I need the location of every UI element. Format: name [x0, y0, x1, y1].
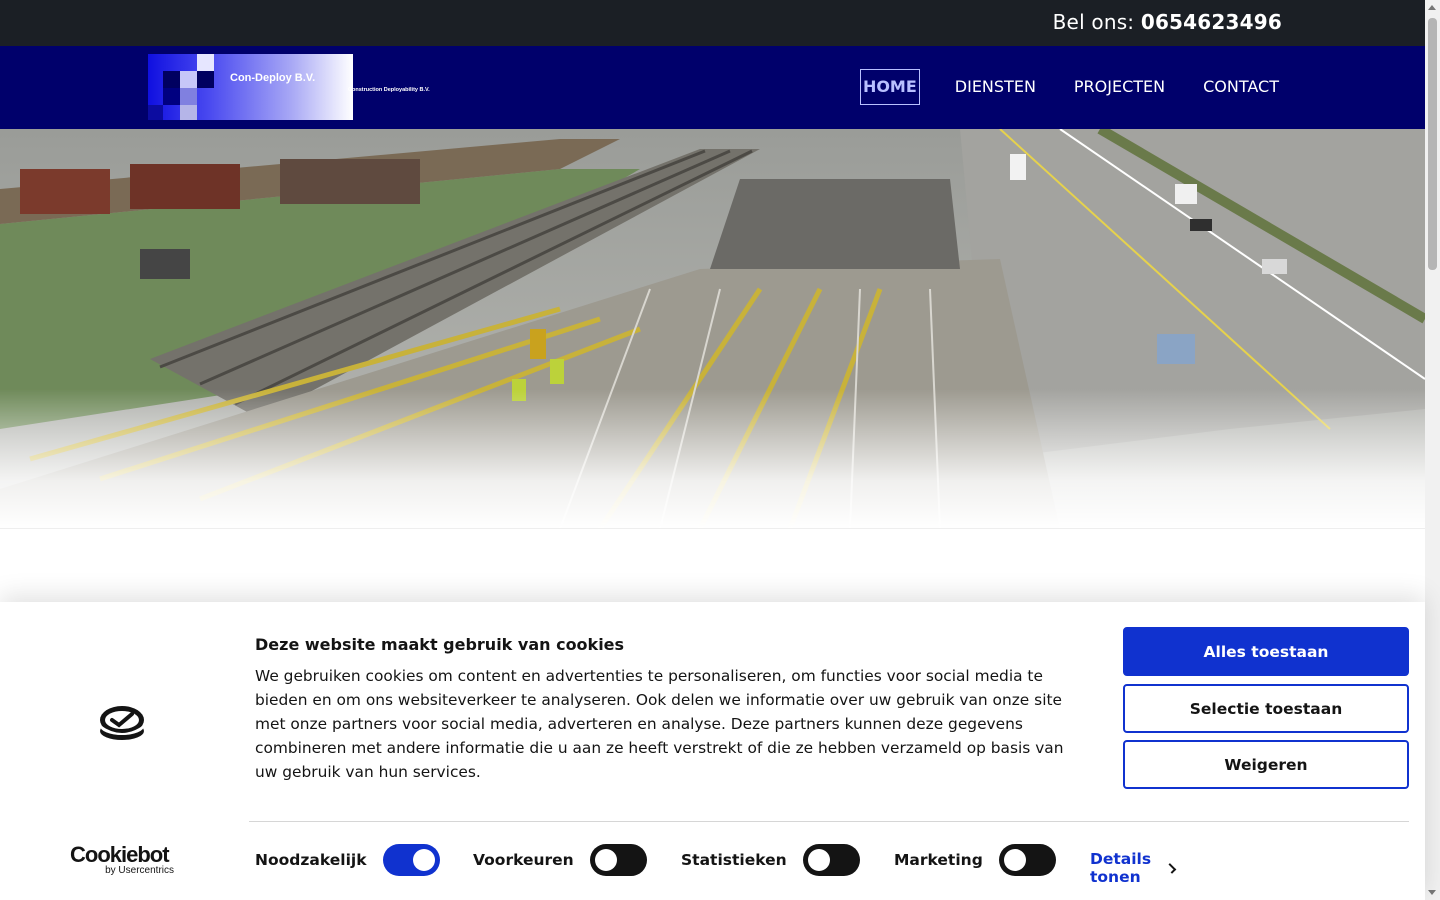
- statistics-toggle[interactable]: [802, 844, 860, 876]
- cookie-consent-banner: Cookiebot by Usercentrics Deze website m…: [0, 602, 1425, 900]
- page-scrollbar[interactable]: [1425, 0, 1440, 900]
- logo-title: Con-Deploy B.V.: [230, 72, 316, 84]
- chevron-right-icon: [1165, 862, 1177, 874]
- toggle-label-necessary: Noodzakelijk: [255, 851, 367, 869]
- toggle-label-statistics: Statistieken: [681, 851, 787, 869]
- nav-item-home[interactable]: HOME: [859, 69, 920, 105]
- scrollbar-thumb[interactable]: [1428, 18, 1437, 270]
- cookiebot-logo-icon: [99, 706, 145, 740]
- allow-all-button[interactable]: Alles toestaan: [1123, 627, 1409, 676]
- deny-button[interactable]: Weigeren: [1123, 740, 1409, 789]
- scroll-down-arrow-icon[interactable]: [1428, 890, 1436, 895]
- necessary-toggle[interactable]: [382, 844, 440, 876]
- cookiebot-brand[interactable]: Cookiebot by Usercentrics: [70, 842, 174, 877]
- site-logo[interactable]: Con-Deploy B.V. Construction Deployabili…: [148, 54, 438, 122]
- cookie-title: Deze website maakt gebruik van cookies: [255, 635, 625, 654]
- logo-gradient: [148, 54, 353, 120]
- top-bar: Bel ons: 0654623496: [0, 0, 1425, 46]
- cookiebot-name: Cookiebot: [70, 842, 170, 867]
- nav-menu: HOME DIENSTEN PROJECTEN CONTACT: [828, 69, 1282, 105]
- toggle-label-marketing: Marketing: [894, 851, 983, 869]
- toggle-group-marketing: Marketing: [894, 844, 1056, 876]
- allow-selection-button[interactable]: Selectie toestaan: [1123, 684, 1409, 733]
- toggle-knob: [594, 849, 617, 871]
- marketing-toggle[interactable]: [998, 844, 1056, 876]
- scroll-up-arrow-icon[interactable]: [1428, 5, 1436, 10]
- toggle-knob: [1003, 849, 1026, 871]
- cookie-description: We gebruiken cookies om content en adver…: [255, 667, 1064, 781]
- main-navigation: Con-Deploy B.V. Construction Deployabili…: [0, 46, 1425, 129]
- cookie-divider: [249, 821, 1409, 822]
- toggle-label-preferences: Voorkeuren: [473, 851, 574, 869]
- nav-item-contact[interactable]: CONTACT: [1200, 69, 1282, 105]
- nav-item-diensten[interactable]: DIENSTEN: [952, 69, 1039, 105]
- nav-item-projecten[interactable]: PROJECTEN: [1071, 69, 1168, 105]
- details-toggle-link[interactable]: Details tonen: [1090, 850, 1177, 886]
- hero-fade-overlay: [0, 129, 1425, 529]
- phone-number[interactable]: 0654623496: [1141, 10, 1282, 34]
- hero-image: [0, 129, 1425, 529]
- toggle-group-preferences: Voorkeuren: [473, 844, 647, 876]
- toggle-knob: [412, 849, 435, 871]
- toggle-knob: [807, 849, 830, 871]
- phone-contact[interactable]: Bel ons: 0654623496: [1053, 10, 1282, 34]
- call-label: Bel ons:: [1052, 10, 1135, 34]
- preferences-toggle[interactable]: [589, 844, 647, 876]
- details-label: Details tonen: [1090, 850, 1152, 886]
- toggle-group-necessary: Noodzakelijk: [255, 844, 440, 876]
- toggle-group-statistics: Statistieken: [681, 844, 860, 876]
- logo-subtitle: Construction Deployability B.V.: [348, 87, 430, 93]
- hero-divider: [0, 528, 1425, 529]
